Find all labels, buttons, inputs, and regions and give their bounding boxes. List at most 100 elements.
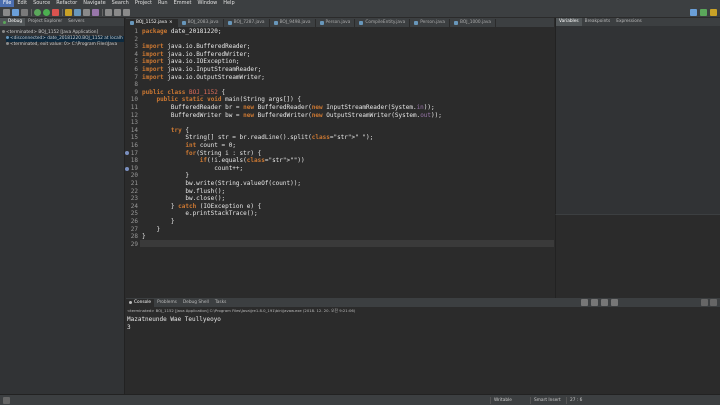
forward-icon[interactable] [123,9,130,16]
tab-project-explorer[interactable]: Project Explorer [25,18,65,26]
editor-tabs: BOJ_1152.java × BOJ_2083.java BOJ_7287.ja… [126,18,554,27]
perspective-java-icon[interactable] [690,9,697,16]
code-line[interactable]: } [142,233,146,241]
tab-tasks[interactable]: Tasks [212,299,230,307]
java-file-icon [181,21,186,25]
back-icon[interactable] [114,9,121,16]
tab-boj-1000[interactable]: BOJ_1000.java [450,19,497,27]
stop-icon[interactable] [52,9,59,16]
class-icon[interactable] [74,9,81,16]
code-line[interactable]: package date_20181220; [142,28,221,36]
open-type-icon[interactable] [83,9,90,16]
debug-icon[interactable] [34,9,41,16]
new-icon[interactable] [3,9,10,16]
line-number: 22 [130,187,138,195]
code-line[interactable]: try { [142,127,189,135]
search-icon[interactable] [92,9,99,16]
status-cursor-position: 27 : 6 [566,397,606,404]
code-line[interactable]: } catch (IOException e) { [142,203,261,211]
fast-view-icon[interactable] [3,397,10,404]
annotation-icon[interactable] [105,9,112,16]
code-line[interactable]: for(String i : str) { [142,150,261,158]
minimize-icon[interactable] [701,299,708,306]
tab-person-2[interactable]: Person.java [410,19,451,27]
code-line[interactable]: String[] str = br.readLine().split(class… [142,134,373,142]
code-line[interactable]: count++; [142,165,243,173]
menu-run[interactable]: Run [155,0,171,7]
code-line[interactable]: public static void main(String args[]) { [142,96,301,104]
pin-console-icon[interactable] [601,299,608,306]
menu-file[interactable]: File [0,0,15,7]
code-line[interactable]: bw.write(String.valueOf(count)); [142,180,301,188]
menu-source[interactable]: Source [30,0,53,7]
menu-project[interactable]: Project [132,0,155,7]
code-line[interactable]: } [142,218,175,226]
code-line[interactable]: import java.io.InputStreamReader; [142,66,261,74]
line-number: 16 [130,142,138,149]
console-output[interactable]: <terminated> BOJ_1152 [Java Application]… [126,307,720,394]
menu-refactor[interactable]: Refactor [53,0,80,7]
tab-debug[interactable]: Debug [0,18,26,26]
line-number: 9 [134,88,138,96]
code-line[interactable]: BufferedWriter bw = new BufferedWriter(n… [142,112,442,120]
code-line[interactable]: int count = 0; [142,142,236,150]
tab-boj-1152[interactable]: BOJ_1152.java × [126,19,178,27]
tab-boj-2083[interactable]: BOJ_2083.java [178,19,224,27]
java-file-icon [454,21,459,25]
code-line[interactable]: import java.io.BufferedReader; [142,43,250,51]
code-editor[interactable]: 1 2 3 4 5 6 7 8 9 10 11 12 13 14 15 16 17 18 19 20 21 22 23 24 2… [125,27,554,297]
breakpoint-marker-icon[interactable] [125,166,129,171]
run-icon[interactable] [43,9,50,16]
code-line[interactable]: e.printStackTrace(); [142,210,257,218]
scroll-lock-icon[interactable] [591,299,598,306]
menu-navigate[interactable]: Navigate [80,0,108,7]
package-icon[interactable] [65,9,72,16]
menu-help[interactable]: Help [220,0,237,7]
java-file-icon [273,21,278,25]
tab-problems[interactable]: Problems [154,299,180,307]
tab-console[interactable]: Console [126,298,155,307]
code-line[interactable]: if(!i.equals(class="str">"")) [142,157,305,165]
line-number: 21 [130,180,138,187]
tab-compile-entity[interactable]: CompileEntity.java [355,19,411,27]
maximize-icon[interactable] [710,299,717,306]
menu-emmet[interactable]: Emmet [171,0,195,7]
perspective-other-icon[interactable] [710,9,717,16]
code-line[interactable]: BufferedReader br = new BufferedReader(n… [142,104,435,112]
line-number: 23 [130,195,138,203]
save-icon[interactable] [12,9,19,16]
tab-variables[interactable]: Variables [556,18,582,26]
code-line[interactable]: bw.close(); [142,195,225,203]
code-line[interactable]: import java.io.IOException; [142,58,240,66]
tab-boj-9498[interactable]: BOJ_9498.java [270,19,316,27]
variable-detail-pane [555,214,720,298]
menu-edit[interactable]: Edit [14,0,30,7]
tab-servers[interactable]: Servers [65,18,87,26]
process-icon [6,42,9,45]
code-line[interactable]: import java.io.OutputStreamWriter; [142,74,265,82]
clear-console-icon[interactable] [581,299,588,306]
display-console-icon[interactable] [611,299,618,306]
close-icon[interactable]: × [169,19,173,27]
menu-window[interactable]: Window [195,0,221,7]
tab-debug-shell[interactable]: Debug Shell [180,299,212,307]
menu-search[interactable]: Search [109,0,132,7]
tab-boj-7287[interactable]: BOJ_7287.java [224,19,270,27]
code-line[interactable]: } [142,226,160,234]
code-line[interactable]: public class BOJ_1152 { [142,89,225,97]
tab-breakpoints[interactable]: Breakpoints [582,18,614,26]
line-number: 4 [134,50,138,58]
tree-item-process[interactable]: <terminated, exit value: 0> C:\Program F… [6,42,117,48]
terminated-icon [2,30,5,33]
code-line[interactable]: import java.io.BufferedWriter; [142,51,250,59]
code-line[interactable]: } [142,172,189,180]
line-number: 11 [130,104,138,111]
line-number: 25 [130,210,138,218]
perspective-debug-icon[interactable] [700,9,707,16]
line-number: 7 [134,73,138,81]
code-line[interactable]: bw.flush(); [142,188,225,196]
print-icon[interactable] [21,9,28,16]
line-number: 18 [130,157,138,165]
tab-person[interactable]: Person.java [316,19,356,27]
tab-expressions[interactable]: Expressions [613,18,645,26]
